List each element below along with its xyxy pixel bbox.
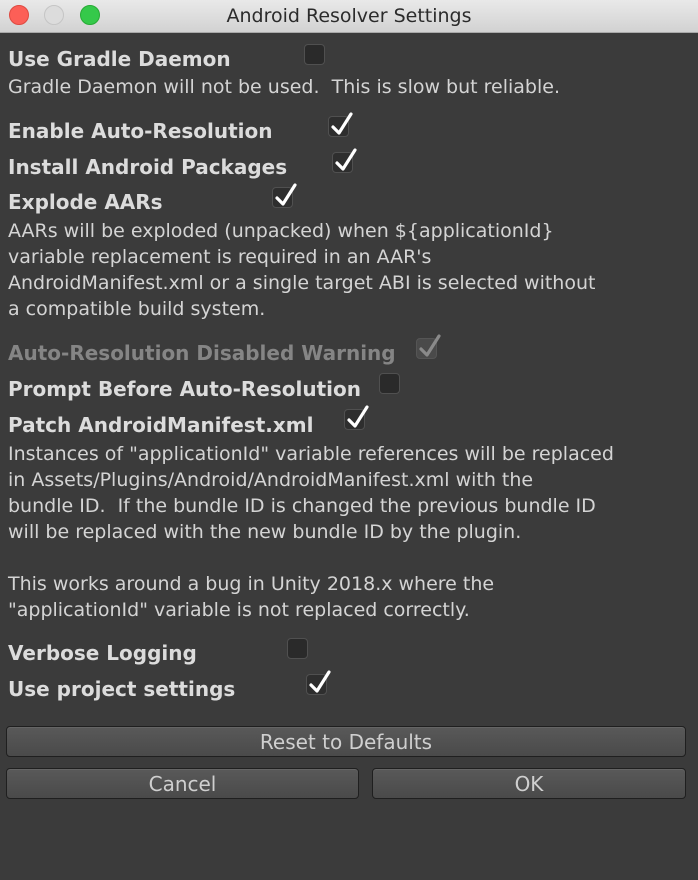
title-bar: Android Resolver Settings [0, 0, 698, 33]
explode-aars-desc-line-2: variable replacement is required in an A… [8, 246, 432, 268]
patch-manifest-desc-line-7: "applicationId" variable is not replaced… [8, 599, 470, 621]
patch-manifest-checkbox[interactable] [344, 405, 369, 430]
window-title: Android Resolver Settings [226, 5, 472, 27]
patch-manifest-desc-line-4: will be replaced with the new bundle ID … [8, 521, 522, 543]
auto-res-warning-label: Auto-Resolution Disabled Warning [8, 341, 396, 365]
reset-to-defaults-button[interactable]: Reset to Defaults [6, 726, 686, 757]
auto-res-warning-checkbox [416, 334, 441, 359]
checkmark-icon [419, 334, 441, 357]
auto-resolution-label: Enable Auto-Resolution [8, 119, 273, 143]
gradle-daemon-description: Gradle Daemon will not be used. This is … [8, 76, 561, 98]
project-settings-label: Use project settings [8, 677, 236, 701]
verbose-logging-label: Verbose Logging [8, 641, 197, 665]
explode-aars-desc-line-3: AndroidManifest.xml or a single target A… [8, 272, 596, 294]
prompt-before-checkbox[interactable] [379, 373, 400, 394]
gradle-daemon-label: Use Gradle Daemon [8, 47, 231, 71]
patch-manifest-desc-line-6: This works around a bug in Unity 2018.x … [8, 573, 495, 595]
checkmark-icon [275, 183, 297, 206]
checkmark-icon [335, 148, 357, 171]
patch-manifest-desc-line-3: bundle ID. If the bundle ID is changed t… [8, 495, 596, 517]
verbose-logging-checkbox[interactable] [287, 638, 308, 659]
patch-manifest-desc-line-1: Instances of "applicationId" variable re… [8, 443, 614, 465]
ok-button[interactable]: OK [372, 768, 686, 799]
checkmark-icon [309, 670, 331, 693]
patch-manifest-label: Patch AndroidManifest.xml [8, 413, 314, 437]
explode-aars-desc-line-4: a compatible build system. [8, 298, 266, 320]
install-packages-checkbox[interactable] [332, 148, 357, 173]
patch-manifest-desc-line-2: in Assets/Plugins/Android/AndroidManifes… [8, 469, 534, 491]
explode-aars-checkbox[interactable] [272, 183, 297, 208]
prompt-before-label: Prompt Before Auto-Resolution [8, 377, 361, 401]
install-packages-label: Install Android Packages [8, 155, 288, 179]
auto-resolution-checkbox[interactable] [328, 112, 353, 137]
cancel-button[interactable]: Cancel [6, 768, 359, 799]
explode-aars-label: Explode AARs [8, 190, 163, 214]
checkmark-icon [331, 112, 353, 135]
project-settings-checkbox[interactable] [306, 670, 331, 695]
checkmark-icon [347, 405, 369, 428]
gradle-daemon-checkbox[interactable] [304, 44, 325, 65]
explode-aars-desc-line-1: AARs will be exploded (unpacked) when ${… [8, 220, 554, 242]
